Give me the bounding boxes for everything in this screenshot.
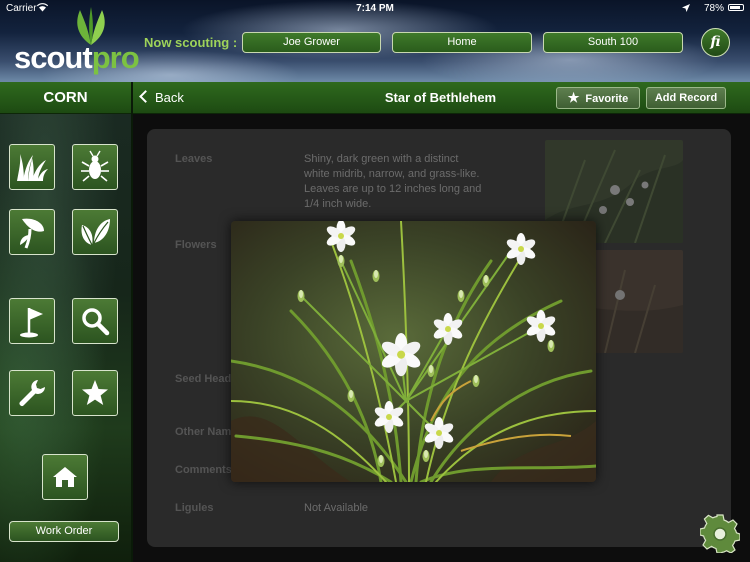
star-icon: ★ <box>567 90 580 105</box>
ligules-value: Not Available <box>304 502 369 514</box>
logo-scout-text: scout <box>14 40 93 75</box>
status-bar: Carrier 7:14 PM 78% <box>0 0 750 16</box>
crop-title: CORN <box>0 82 131 114</box>
battery-percent: 78% <box>703 3 724 14</box>
settings-gear-icon[interactable] <box>700 513 740 553</box>
now-scouting-label: Now scouting : <box>144 35 238 50</box>
page-title: Star of Bethlehem <box>384 90 497 105</box>
sidebar-weeds-button[interactable] <box>9 144 55 190</box>
home-icon <box>53 467 77 487</box>
fi-button[interactable]: fi <box>701 28 730 57</box>
seed-head-label: Seed Head <box>175 373 232 385</box>
back-button[interactable]: Back <box>139 89 184 107</box>
leaves-icon <box>81 219 110 246</box>
leaves-value: Shiny, dark green with a distinct white … <box>304 153 482 210</box>
back-label: Back <box>155 90 184 105</box>
plant-photo-enlarged[interactable] <box>231 221 596 482</box>
ligules-label: Ligules <box>175 502 214 514</box>
sidebar-nutrients-button[interactable] <box>72 209 118 255</box>
bug-icon <box>81 150 109 182</box>
wrench-icon <box>19 380 45 406</box>
sidebar: Work Order <box>0 114 131 562</box>
sidebar-diseases-button[interactable] <box>9 209 55 255</box>
search-icon <box>82 308 110 336</box>
sidebar-favorites-button[interactable] <box>72 370 118 416</box>
sidebar-insects-button[interactable] <box>72 144 118 190</box>
comments-label: Comments <box>175 464 232 476</box>
favorite-label: Favorite <box>585 93 629 105</box>
sidebar-search-button[interactable] <box>72 298 118 344</box>
favorite-button[interactable]: ★ Favorite <box>556 87 640 109</box>
logo-pro-text: pro <box>91 40 140 75</box>
farm-button[interactable]: Home <box>392 32 532 53</box>
sidebar-tools-button[interactable] <box>9 370 55 416</box>
clock: 7:14 PM <box>356 3 394 14</box>
leaves-label: Leaves <box>175 153 213 165</box>
star-icon <box>82 380 108 405</box>
flag-icon <box>20 308 43 338</box>
add-record-button[interactable]: Add Record <box>646 87 726 109</box>
leaf-disease-icon <box>20 218 44 249</box>
grower-button[interactable]: Joe Grower <box>242 32 381 53</box>
chevron-left-icon <box>139 90 152 103</box>
nav-bar: Back Star of Bethlehem ★ Favorite Add Rec… <box>133 82 750 114</box>
location-arrow-icon <box>682 4 690 12</box>
work-order-button[interactable]: Work Order <box>9 521 119 542</box>
battery-icon <box>728 4 744 11</box>
app-logo: scoutpro <box>14 40 140 75</box>
sidebar-home-button[interactable] <box>42 454 88 500</box>
flowers-label: Flowers <box>175 239 217 251</box>
grass-icon <box>17 154 48 181</box>
sidebar-flag-button[interactable] <box>9 298 55 344</box>
field-button[interactable]: South 100 <box>543 32 683 53</box>
